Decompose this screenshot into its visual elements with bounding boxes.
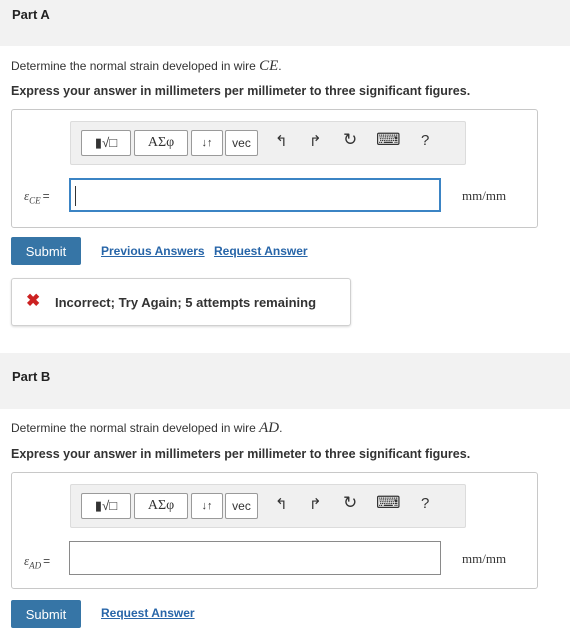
part-a-instruction: Express your answer in millimeters per m… [11,84,471,98]
reset-icon[interactable]: ↻ [343,493,357,513]
part-a-units: mm/mm [462,188,507,203]
part-a-question: Determine the normal strain developed in… [11,58,282,74]
part-b-answer-box: ▮√□ ΑΣφ ↓↑ vec ↰ ↱ ↻ ⌨ ? εAD = mm/mm [11,472,538,589]
math-toolbar: ▮√□ ΑΣφ ↓↑ vec ↰ ↱ ↻ ⌨ ? [70,484,466,528]
part-b-variable-label: εAD = [24,553,51,571]
keyboard-icon[interactable]: ⌨ [376,493,401,513]
part-a-request-answer-link[interactable]: Request Answer [214,244,308,258]
part-b-title: Part B [12,369,51,384]
question-variable: CE [259,58,279,74]
help-icon[interactable]: ? [421,495,429,512]
feedback-message: Incorrect; Try Again; 5 attempts remaini… [55,295,317,310]
arrows-button[interactable]: ↓↑ [191,130,223,156]
previous-answers-link[interactable]: Previous Answers [101,244,205,258]
part-a-variable-label: εCE = [24,188,50,206]
part-a-header[interactable]: Part A [0,0,570,46]
templates-button[interactable]: ▮√□ [81,130,131,156]
part-a-answer-box: ▮√□ ΑΣφ ↓↑ vec ↰ ↱ ↻ ⌨ ? εCE = mm/mm [11,109,538,228]
undo-icon[interactable]: ↰ [275,495,288,513]
part-b-request-answer-link[interactable]: Request Answer [101,606,195,620]
redo-icon[interactable]: ↱ [309,495,322,513]
part-a-submit-button[interactable]: Submit [11,237,81,265]
vec-button[interactable]: vec [225,493,258,519]
help-icon[interactable]: ? [421,132,429,149]
greek-letters-button[interactable]: ΑΣφ [134,493,188,519]
part-a-title: Part A [12,7,50,22]
question-variable: AD [259,420,280,436]
keyboard-icon[interactable]: ⌨ [376,130,401,150]
part-b-header[interactable]: Part B [0,353,570,409]
part-b-submit-button[interactable]: Submit [11,600,81,628]
undo-icon[interactable]: ↰ [275,132,288,150]
math-toolbar: ▮√□ ΑΣφ ↓↑ vec ↰ ↱ ↻ ⌨ ? [70,121,466,165]
part-b-instruction: Express your answer in millimeters per m… [11,447,471,461]
feedback-box: ✖ Incorrect; Try Again; 5 attempts remai… [11,278,351,326]
arrows-button[interactable]: ↓↑ [191,493,223,519]
part-a-answer-input[interactable] [69,178,441,212]
part-b-answer-input[interactable] [69,541,441,575]
templates-button[interactable]: ▮√□ [81,493,131,519]
incorrect-x-icon: ✖ [26,291,41,310]
vec-button[interactable]: vec [225,130,258,156]
reset-icon[interactable]: ↻ [343,130,357,150]
greek-letters-button[interactable]: ΑΣφ [134,130,188,156]
part-b-question: Determine the normal strain developed in… [11,420,283,436]
part-b-units: mm/mm [462,551,507,566]
redo-icon[interactable]: ↱ [309,132,322,150]
text-cursor [75,186,76,206]
